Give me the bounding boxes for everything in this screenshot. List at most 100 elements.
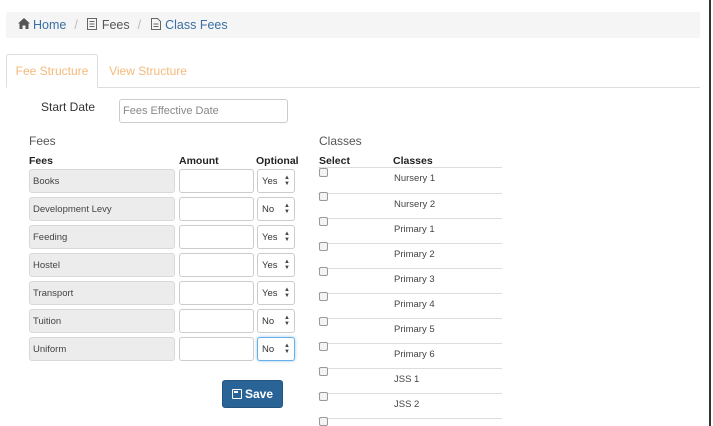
class-name: Primary 1 [394, 224, 435, 235]
class-name: JSS 1 [394, 374, 420, 385]
amount-column-header: Amount [179, 155, 219, 167]
class-row: Primary 1 [318, 217, 502, 243]
class-name: Primary 6 [394, 349, 435, 360]
fee-optional-value: No [262, 204, 275, 215]
fee-row: Development Levy No ▲ ▼ [29, 197, 296, 221]
breadcrumb-home[interactable]: Home [17, 18, 66, 32]
class-select-checkbox[interactable] [319, 317, 328, 326]
fee-name-field: Tuition [29, 309, 175, 333]
fee-optional-value: Yes [262, 176, 278, 187]
class-select-checkbox[interactable] [319, 367, 328, 376]
class-row: Nursery 1 [318, 168, 502, 193]
fee-amount-input[interactable] [179, 225, 254, 249]
select-arrows-icon: ▲ ▼ [284, 175, 290, 187]
breadcrumb-class-fees-label: Class Fees [165, 18, 228, 32]
class-row [318, 417, 502, 426]
class-row: JSS 2 [318, 392, 502, 418]
fee-amount-input[interactable] [179, 169, 254, 193]
fee-name-field: Books [29, 169, 175, 193]
class-select-checkbox[interactable] [319, 417, 328, 426]
select-arrows-icon: ▲ ▼ [284, 203, 290, 215]
class-select-checkbox[interactable] [319, 342, 328, 351]
class-select-checkbox[interactable] [319, 292, 328, 301]
select-arrows-icon: ▲ ▼ [284, 343, 290, 355]
class-row: JSS 1 [318, 367, 502, 393]
classes-column-header: Classes [393, 155, 433, 167]
breadcrumb-fees-label: Fees [101, 18, 130, 32]
class-name: Nursery 1 [394, 173, 436, 184]
tab-divider [98, 87, 700, 88]
class-name: JSS 2 [394, 399, 420, 410]
fee-optional-value: Yes [262, 260, 278, 271]
fee-row: Tuition No ▲ ▼ [29, 309, 296, 333]
fee-optional-value: No [262, 344, 275, 355]
select-arrows-icon: ▲ ▼ [284, 259, 290, 271]
fee-amount-input[interactable] [179, 337, 254, 361]
class-row: Primary 4 [318, 292, 502, 318]
breadcrumb-home-label: Home [33, 18, 67, 32]
document-icon [86, 17, 99, 33]
class-name: Primary 3 [394, 274, 435, 285]
class-select-checkbox[interactable] [319, 217, 328, 226]
fee-amount-input[interactable] [179, 281, 254, 305]
fee-optional-select[interactable]: Yes ▲ ▼ [257, 225, 295, 249]
class-name: Primary 4 [394, 299, 435, 310]
fee-name-field: Transport [29, 281, 175, 305]
fee-name-field: Hostel [29, 253, 175, 277]
save-button[interactable]: Save [222, 380, 283, 408]
start-date-input[interactable] [119, 99, 288, 123]
fee-row: Feeding Yes ▲ ▼ [29, 225, 296, 249]
class-select-checkbox[interactable] [319, 392, 328, 401]
class-row: Primary 6 [318, 342, 502, 368]
class-row: Primary 3 [318, 267, 502, 293]
fee-row: Transport Yes ▲ ▼ [29, 281, 296, 305]
fee-name-field: Uniform [29, 337, 175, 361]
class-select-checkbox[interactable] [319, 192, 328, 201]
class-row: Primary 2 [318, 242, 502, 268]
fee-optional-select[interactable]: Yes ▲ ▼ [257, 253, 295, 277]
document-icon [149, 17, 162, 33]
breadcrumb-fees: Fees [86, 17, 130, 33]
breadcrumb-separator: / [74, 18, 78, 32]
fee-amount-input[interactable] [179, 253, 254, 277]
fee-optional-select[interactable]: Yes ▲ ▼ [257, 281, 295, 305]
optional-column-header: Optional [256, 155, 299, 167]
class-select-checkbox[interactable] [319, 168, 328, 177]
fee-optional-value: Yes [262, 288, 278, 299]
classes-section-title: Classes [319, 134, 362, 148]
breadcrumb-separator: / [137, 18, 142, 32]
tab-bar: Fee Structure View Structure [6, 54, 700, 88]
fee-amount-input[interactable] [179, 309, 254, 333]
fee-name-field: Development Levy [29, 197, 175, 221]
class-name: Nursery 2 [394, 199, 436, 210]
select-arrows-icon: ▲ ▼ [284, 287, 290, 299]
class-select-checkbox[interactable] [319, 242, 328, 251]
select-arrows-icon: ▲ ▼ [284, 231, 290, 243]
fee-optional-value: No [262, 316, 275, 327]
fee-amount-input[interactable] [179, 197, 254, 221]
fee-optional-select[interactable]: No ▲ ▼ [257, 197, 295, 221]
tab-fee-structure[interactable]: Fee Structure [6, 54, 98, 88]
breadcrumb: Home / Fees / Class Fees [6, 12, 700, 38]
save-button-label: Save [244, 387, 274, 401]
window-edge [709, 0, 711, 426]
start-date-label: Start Date [41, 100, 96, 114]
select-arrows-icon: ▲ ▼ [284, 315, 290, 327]
tab-view-structure[interactable]: View Structure [98, 54, 198, 88]
select-column-header: Select [319, 155, 350, 167]
class-name: Primary 5 [394, 324, 435, 335]
home-icon [17, 18, 30, 32]
fee-optional-value: Yes [262, 232, 278, 243]
fee-optional-select[interactable]: Yes ▲ ▼ [257, 169, 295, 193]
fee-optional-select[interactable]: No ▲ ▼ [257, 309, 295, 333]
class-row: Primary 5 [318, 317, 502, 343]
fee-optional-select[interactable]: No ▲ ▼ [257, 337, 295, 361]
class-name: Primary 2 [394, 249, 435, 260]
fee-row: Uniform No ▲ ▼ [29, 337, 296, 361]
fee-row: Books Yes ▲ ▼ [29, 169, 296, 193]
fee-name-field: Feeding [29, 225, 175, 249]
class-select-checkbox[interactable] [319, 267, 328, 276]
breadcrumb-class-fees[interactable]: Class Fees [149, 17, 228, 33]
save-icon [231, 389, 242, 399]
fees-section-title: Fees [29, 134, 56, 148]
